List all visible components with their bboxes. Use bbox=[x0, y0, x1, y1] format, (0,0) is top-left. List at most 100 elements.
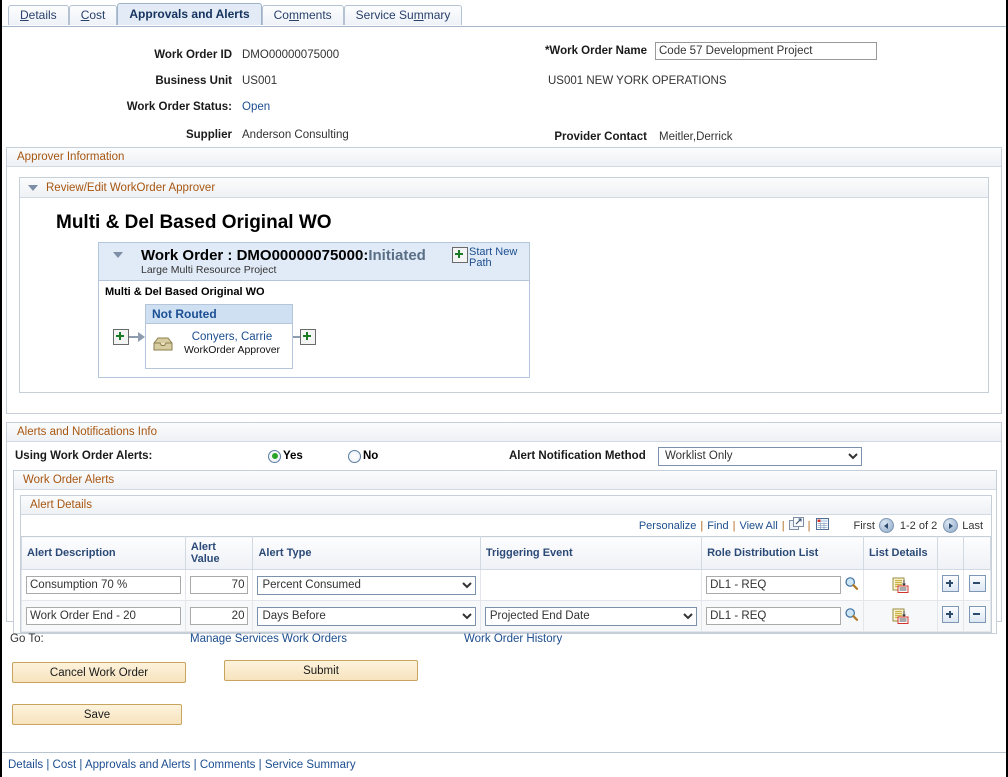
footer-link-cost[interactable]: Cost bbox=[53, 759, 77, 771]
radio-yes[interactable]: Yes bbox=[268, 450, 303, 463]
start-new-path-label: Start New Path bbox=[469, 247, 523, 269]
review-edit-approver-section: Review/Edit WorkOrder Approver Multi & D… bbox=[19, 177, 989, 393]
alert-description-input[interactable] bbox=[26, 576, 181, 594]
approver-name-link[interactable]: Conyers, Carrie bbox=[192, 331, 273, 343]
triggering-event-select[interactable]: Projected End Date bbox=[485, 607, 697, 626]
find-link[interactable]: Find bbox=[707, 520, 728, 532]
radio-no-button[interactable] bbox=[348, 450, 361, 463]
provider-contact-label: Provider Contact bbox=[402, 131, 647, 143]
alert-value-input[interactable] bbox=[190, 607, 249, 625]
footer-link-service-summary[interactable]: Service Summary bbox=[265, 759, 356, 771]
submit-button[interactable]: Submit bbox=[224, 660, 418, 681]
insert-approver-after-icon[interactable] bbox=[300, 329, 316, 345]
alert-value-input[interactable] bbox=[190, 576, 249, 594]
radio-yes-button[interactable] bbox=[268, 450, 281, 463]
mailbox-icon bbox=[152, 335, 174, 353]
review-edit-approver-header: Review/Edit WorkOrder Approver bbox=[20, 178, 988, 198]
tab-details[interactable]: Details bbox=[8, 5, 69, 25]
previous-page-icon[interactable] bbox=[879, 518, 894, 533]
list-details-icon[interactable] bbox=[868, 608, 933, 625]
alert-notification-method-label: Alert Notification Method bbox=[509, 450, 646, 462]
using-alerts-row: Using Work Order Alerts: Yes No Alert No… bbox=[7, 442, 1001, 470]
cell-delete-row bbox=[964, 570, 991, 601]
lookup-icon[interactable] bbox=[844, 576, 859, 594]
insert-approver-before-icon[interactable] bbox=[113, 329, 129, 345]
view-all-link[interactable]: View All bbox=[739, 520, 777, 532]
add-row-icon[interactable] bbox=[942, 606, 959, 623]
personalize-link[interactable]: Personalize bbox=[639, 520, 696, 532]
footer-links: Details | Cost | Approvals and Alerts | … bbox=[8, 759, 356, 771]
grid-navigation-bar: Personalize | Find | View All | | bbox=[21, 515, 991, 536]
tab-approvals-and-alerts[interactable]: Approvals and Alerts bbox=[117, 3, 261, 25]
table-row: Days BeforePercent Consumed Projected End… bbox=[22, 601, 991, 632]
footer-link-comments[interactable]: Comments bbox=[200, 759, 256, 771]
footer-link-details[interactable]: Details bbox=[8, 759, 43, 771]
download-to-excel-icon[interactable] bbox=[789, 517, 804, 534]
work-order-alerts-title: Work Order Alerts bbox=[14, 471, 996, 490]
radio-no-label: No bbox=[363, 450, 378, 462]
alert-type-select[interactable]: Days BeforePercent Consumed bbox=[257, 607, 475, 626]
col-alert-description: Alert Description bbox=[22, 537, 186, 570]
footer-separator: | bbox=[43, 759, 52, 771]
last-label: Last bbox=[962, 520, 983, 532]
workflow-body: Multi & Del Based Original WO Not Routed bbox=[99, 281, 529, 377]
alert-notification-method-select[interactable]: Worklist Only bbox=[658, 447, 862, 466]
tab-cost[interactable]: Cost bbox=[69, 5, 118, 25]
cancel-work-order-button[interactable]: Cancel Work Order bbox=[12, 662, 186, 683]
approver-information-group: Approver Information Review/Edit WorkOrd… bbox=[6, 147, 1002, 414]
save-button[interactable]: Save bbox=[12, 704, 182, 725]
nav-sep-2: | bbox=[733, 520, 736, 532]
flow-connector bbox=[293, 336, 300, 338]
review-edit-approver-title: Review/Edit WorkOrder Approver bbox=[46, 182, 215, 194]
alert-type-select[interactable]: Percent ConsumedDays Before bbox=[257, 576, 475, 595]
manage-services-work-orders-link[interactable]: Manage Services Work Orders bbox=[190, 633, 347, 645]
supplier-value: Anderson Consulting bbox=[242, 129, 349, 141]
alert-description-input[interactable] bbox=[26, 607, 181, 625]
work-order-name-label: *Work Order Name bbox=[382, 45, 647, 57]
cell-add-row bbox=[937, 601, 964, 632]
footer-divider bbox=[2, 752, 1006, 753]
workflow-lane: Not Routed bbox=[105, 304, 523, 369]
work-order-id-label: Work Order ID bbox=[42, 49, 232, 61]
cell-alert-description bbox=[22, 570, 186, 601]
cell-alert-type: Percent ConsumedDays Before bbox=[253, 570, 480, 601]
table-row: Percent ConsumedDays Before bbox=[22, 570, 991, 601]
grid-view-icon[interactable] bbox=[815, 517, 830, 534]
tab-strip: DetailsCostApprovals and AlertsCommentsS… bbox=[2, 0, 1006, 27]
work-order-status-value[interactable]: Open bbox=[242, 101, 270, 113]
work-order-name-input[interactable] bbox=[655, 42, 877, 60]
page-range: 1-2 of 2 bbox=[900, 520, 937, 532]
approver-card: Not Routed bbox=[145, 304, 293, 369]
alerts-notifications-group: Alerts and Notifications Info Using Work… bbox=[6, 422, 1002, 622]
add-row-icon[interactable] bbox=[942, 575, 959, 592]
work-order-id-value: DMO00000075000 bbox=[242, 49, 339, 61]
cell-role-distribution-list bbox=[702, 601, 864, 632]
tab-service-summary[interactable]: Service Summary bbox=[344, 5, 463, 25]
tab-comments[interactable]: Comments bbox=[262, 5, 344, 25]
role-distribution-list-input[interactable] bbox=[706, 607, 841, 625]
list-details-icon[interactable] bbox=[868, 577, 933, 594]
footer-link-approvals-and-alerts[interactable]: Approvals and Alerts bbox=[85, 759, 190, 771]
approver-status-badge: Not Routed bbox=[146, 305, 292, 324]
go-to-label: Go To: bbox=[10, 633, 44, 645]
business-unit-value: US001 bbox=[242, 75, 277, 87]
collapse-triangle-icon[interactable] bbox=[28, 185, 38, 191]
cell-alert-value bbox=[185, 570, 253, 601]
lookup-icon[interactable] bbox=[844, 607, 859, 625]
work-order-history-link[interactable]: Work Order History bbox=[464, 633, 562, 645]
col-add bbox=[937, 537, 964, 570]
delete-row-icon[interactable] bbox=[969, 575, 986, 592]
nav-sep-1: | bbox=[700, 520, 703, 532]
radio-no[interactable]: No bbox=[348, 450, 378, 463]
next-page-icon[interactable] bbox=[943, 518, 958, 533]
delete-row-icon[interactable] bbox=[969, 606, 986, 623]
cell-triggering-event: Projected End Date bbox=[480, 601, 701, 632]
workflow-collapse-triangle-icon[interactable] bbox=[113, 252, 123, 258]
cell-alert-description bbox=[22, 601, 186, 632]
col-role-distribution-list: Role Distribution List bbox=[702, 537, 864, 570]
role-distribution-list-input[interactable] bbox=[706, 576, 841, 594]
plus-icon[interactable] bbox=[452, 247, 468, 263]
cell-alert-value bbox=[185, 601, 253, 632]
table-header-row: Alert Description Alert Value Alert Type… bbox=[22, 537, 991, 570]
start-new-path-button[interactable]: Start New Path bbox=[452, 247, 523, 269]
